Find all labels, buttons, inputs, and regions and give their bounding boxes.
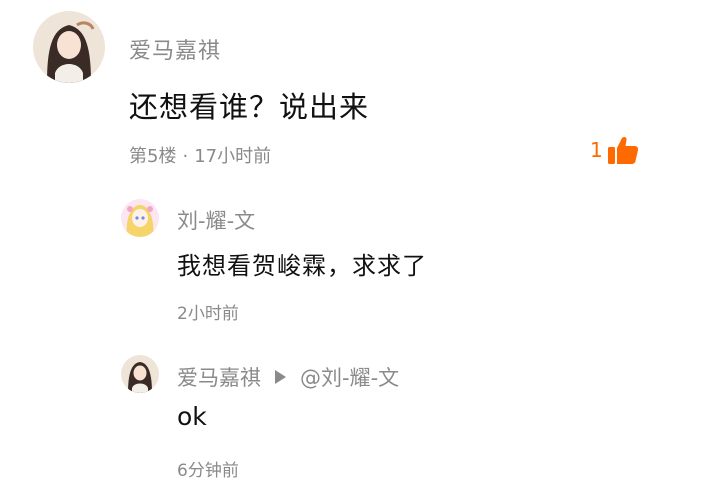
comment-time: 17小时前 <box>194 146 272 167</box>
comment-author[interactable]: 爱马嘉祺 <box>129 33 221 65</box>
reply-author[interactable]: 刘-耀-文 <box>177 205 255 235</box>
floor-label: 第5楼 <box>129 146 177 167</box>
like-button[interactable]: 1 <box>590 135 639 165</box>
reply-to-mention[interactable]: @刘-耀-文 <box>300 362 399 392</box>
reply-avatar[interactable] <box>121 199 159 237</box>
reply-author-row: 爱马嘉祺 @刘-耀-文 <box>177 362 399 392</box>
reply-time: 6分钟前 <box>177 461 239 481</box>
avatar[interactable] <box>33 11 105 83</box>
like-count: 1 <box>590 138 603 162</box>
reply-time: 2小时前 <box>177 304 239 324</box>
reply-content: 我想看贺峻霖，求求了 <box>177 252 427 280</box>
comment-meta: 第5楼 · 17小时前 <box>129 142 271 168</box>
thumbs-up-icon <box>607 135 639 165</box>
reply-content: ok <box>177 402 207 431</box>
reply-arrow-icon <box>275 370 286 384</box>
comment-content: 还想看谁？说出来 <box>129 90 370 124</box>
separator-dot: · <box>182 146 189 167</box>
reply-avatar[interactable] <box>121 355 159 393</box>
reply-author[interactable]: 爱马嘉祺 <box>177 362 261 392</box>
